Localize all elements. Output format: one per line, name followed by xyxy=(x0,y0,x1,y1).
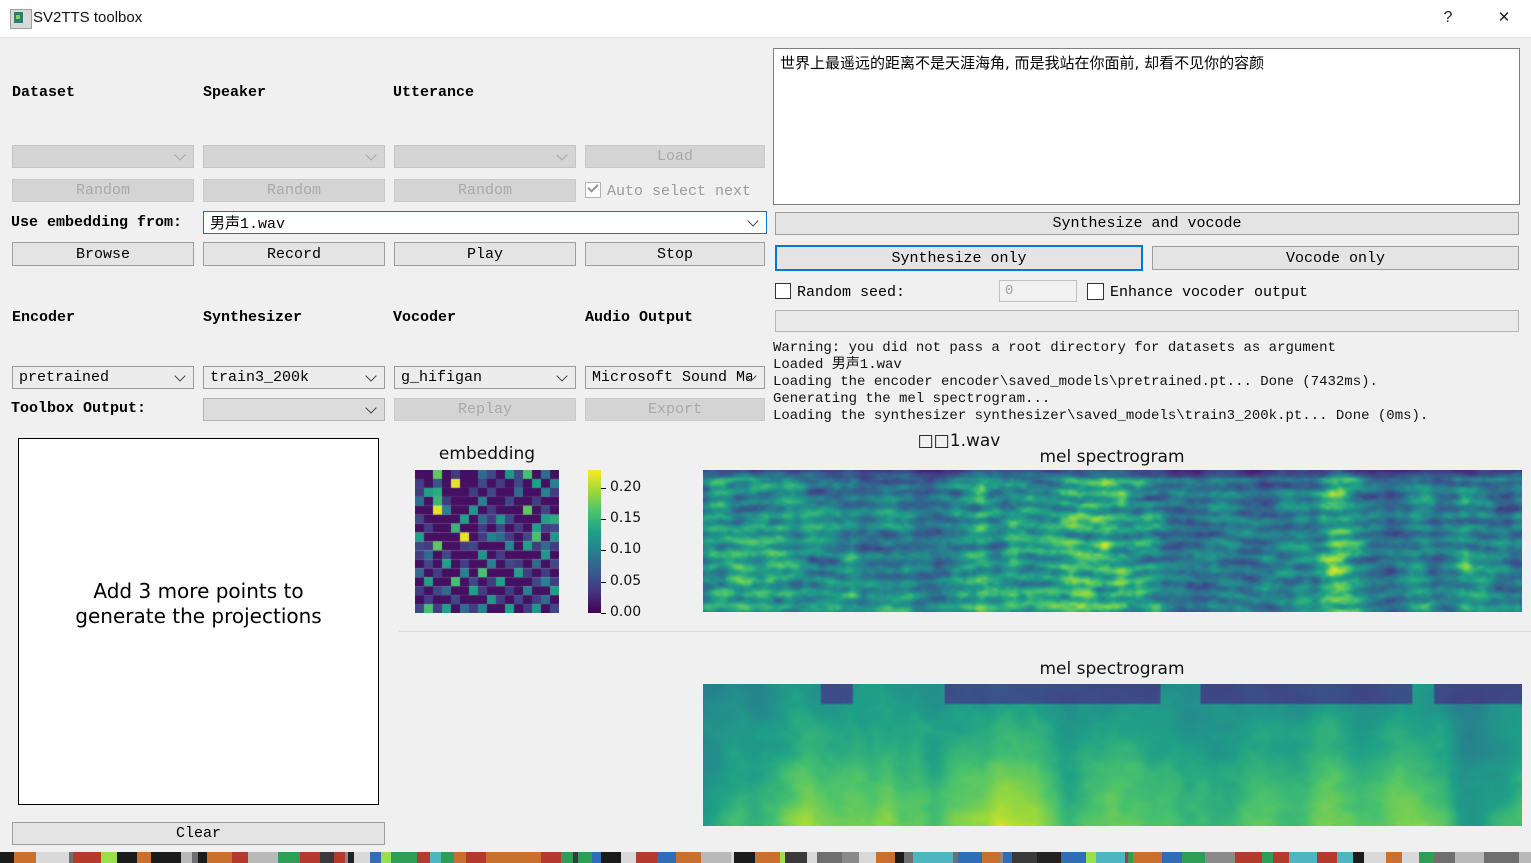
utterance-label: Utterance xyxy=(393,84,474,101)
speaker-label: Speaker xyxy=(203,84,266,101)
embedding-plot-title: embedding xyxy=(417,444,557,464)
app-icon xyxy=(10,9,32,29)
toolbox-output-label: Toolbox Output: xyxy=(11,400,146,417)
window-title: SV2TTS toolbox xyxy=(33,9,142,26)
chevron-down-icon xyxy=(556,370,567,381)
chevron-down-icon xyxy=(365,149,376,160)
random-utterance-button[interactable]: Random xyxy=(394,179,576,202)
speaker-select[interactable] xyxy=(203,145,385,168)
replay-button[interactable]: Replay xyxy=(394,398,576,421)
random-seed-checkbox[interactable] xyxy=(775,283,791,299)
enhance-vocoder-checkbox[interactable] xyxy=(1087,283,1104,300)
chevron-down-icon xyxy=(556,149,567,160)
stop-button[interactable]: Stop xyxy=(585,242,765,266)
audio-output-select[interactable]: Microsoft Sound Mapp xyxy=(585,366,765,389)
auto-select-checkbox[interactable] xyxy=(585,182,601,198)
plot-row-divider xyxy=(399,631,1531,632)
help-button[interactable]: ? xyxy=(1434,6,1462,30)
random-dataset-button[interactable]: Random xyxy=(12,179,194,202)
play-button[interactable]: Play xyxy=(394,242,576,266)
synthesizer-select[interactable]: train3_200k xyxy=(203,366,385,389)
mel-spectrogram-title-2: mel spectrogram xyxy=(1012,659,1212,679)
embedding-source-select[interactable]: 男声1.wav xyxy=(203,211,767,234)
log-output: Warning: you did not pass a root directo… xyxy=(773,340,1525,425)
random-speaker-button[interactable]: Random xyxy=(203,179,385,202)
encoder-select[interactable]: pretrained xyxy=(12,366,194,389)
vocoder-select[interactable]: g_hifigan xyxy=(394,366,576,389)
close-button[interactable]: ✕ xyxy=(1490,6,1518,30)
chevron-down-icon xyxy=(174,149,185,160)
text-to-synthesize-input[interactable]: 世界上最遥远的距离不是天涯海角, 而是我站在你面前, 却看不见你的容颜 xyxy=(773,48,1520,205)
record-button[interactable]: Record xyxy=(203,242,385,266)
auto-select-label: Auto select next xyxy=(607,183,751,200)
vocode-only-button[interactable]: Vocode only xyxy=(1152,246,1519,270)
embedding-heatmap xyxy=(415,470,559,613)
encoder-label: Encoder xyxy=(12,309,75,326)
synthesizer-label: Synthesizer xyxy=(203,309,302,326)
taskbar-strip xyxy=(0,852,1531,863)
mel-spectrogram-2 xyxy=(703,684,1522,826)
dataset-select[interactable] xyxy=(12,145,194,168)
chevron-down-icon xyxy=(174,370,185,381)
projections-panel: Add 3 more points to generate the projec… xyxy=(18,438,379,805)
use-embedding-label: Use embedding from: xyxy=(11,214,182,231)
browse-button[interactable]: Browse xyxy=(12,242,194,266)
export-button[interactable]: Export xyxy=(585,398,765,421)
clear-button[interactable]: Clear xyxy=(12,822,385,845)
embedding-colorbar xyxy=(588,470,601,613)
projections-message: Add 3 more points to generate the projec… xyxy=(54,579,344,629)
vocoder-label: Vocoder xyxy=(393,309,456,326)
chevron-down-icon xyxy=(747,215,758,226)
mel-spectrogram-title-1: mel spectrogram xyxy=(1012,447,1212,467)
title-bar: SV2TTS toolbox ? ✕ xyxy=(0,0,1531,38)
synthesize-only-button[interactable]: Synthesize only xyxy=(775,245,1143,271)
app-window: SV2TTS toolbox ? ✕ Dataset Speaker Utter… xyxy=(0,0,1531,863)
chevron-down-icon xyxy=(365,370,376,381)
chevron-down-icon xyxy=(365,402,376,413)
mel-spectrogram-1 xyxy=(703,470,1522,612)
load-button[interactable]: Load xyxy=(585,145,765,168)
seed-input[interactable] xyxy=(999,280,1077,302)
dataset-label: Dataset xyxy=(12,84,75,101)
enhance-vocoder-label: Enhance vocoder output xyxy=(1110,284,1308,301)
progress-bar xyxy=(775,310,1519,332)
synthesize-and-vocode-button[interactable]: Synthesize and vocode xyxy=(775,212,1519,235)
utterance-select[interactable] xyxy=(394,145,576,168)
toolbox-output-select[interactable] xyxy=(203,398,385,421)
random-seed-label: Random seed: xyxy=(797,284,905,301)
audio-output-label: Audio Output xyxy=(585,309,693,326)
